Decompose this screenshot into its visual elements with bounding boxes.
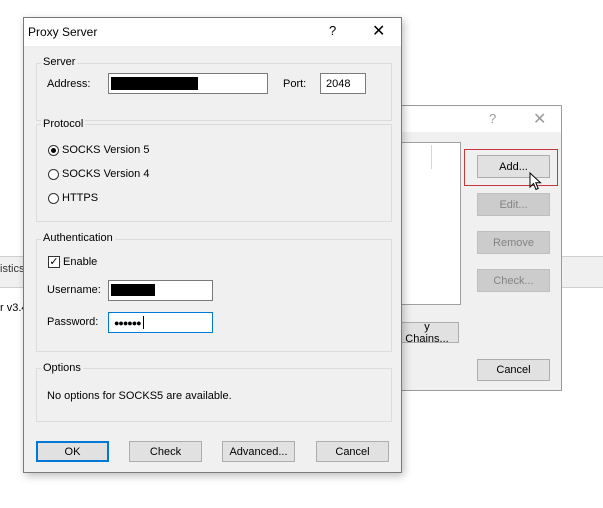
close-icon[interactable]: ✕ (533, 109, 546, 129)
enable-label[interactable]: Enable (63, 256, 97, 268)
socks5-radio[interactable] (48, 145, 59, 156)
https-label[interactable]: HTTPS (62, 192, 98, 204)
edit-proxy-button[interactable]: Edit... (477, 193, 550, 216)
cancel-button[interactable]: Cancel (316, 441, 389, 462)
port-field[interactable]: 2048 (320, 73, 366, 94)
protocol-group-label: Protocol (41, 118, 86, 130)
help-icon[interactable]: ? (489, 111, 496, 126)
checkmark-icon: ✓ (49, 256, 59, 268)
proxy-server-list[interactable] (401, 142, 461, 305)
authentication-group-label: Authentication (41, 232, 115, 244)
proxy-server-dialog: Proxy Server ? ✕ Server Address: Port: 2… (23, 17, 402, 473)
list-column-divider (431, 145, 432, 169)
port-label: Port: (283, 78, 307, 90)
advanced-button[interactable]: Advanced... (222, 441, 295, 462)
password-field[interactable]: ●●●●●● (108, 312, 213, 333)
address-label: Address: (47, 78, 91, 90)
password-value: ●●●●●● (114, 317, 142, 328)
address-field[interactable] (108, 73, 268, 94)
username-field[interactable] (108, 280, 213, 301)
ok-button[interactable]: OK (36, 441, 109, 462)
close-icon[interactable]: ✕ (372, 21, 385, 41)
enable-checkbox[interactable]: ✓ (48, 256, 60, 268)
background-tab-fragment: istics (0, 263, 25, 275)
options-text: No options for SOCKS5 are available. (47, 390, 232, 402)
check-proxy-button[interactable]: Check... (477, 269, 550, 292)
socks4-label[interactable]: SOCKS Version 4 (62, 168, 149, 180)
redacted-address (111, 77, 198, 90)
server-group-label: Server (41, 56, 78, 68)
proxy-chains-button[interactable]: y Chains... (401, 321, 459, 345)
back-cancel-button[interactable]: Cancel (477, 359, 550, 381)
remove-proxy-button[interactable]: Remove (477, 231, 550, 254)
proxy-servers-titlebar: ? ✕ (401, 106, 561, 132)
password-label: Password: (47, 316, 99, 328)
mouse-pointer-icon (529, 172, 542, 191)
socks4-radio[interactable] (48, 169, 59, 180)
port-value: 2048 (326, 77, 351, 90)
options-group-label: Options (41, 362, 83, 374)
https-radio[interactable] (48, 193, 59, 204)
check-button[interactable]: Check (129, 441, 202, 462)
redacted-username (111, 284, 155, 296)
text-caret (142, 316, 144, 329)
username-label: Username: (47, 284, 101, 296)
socks5-label[interactable]: SOCKS Version 5 (62, 144, 149, 156)
help-icon[interactable]: ? (329, 23, 336, 38)
dialog-title: Proxy Server (28, 25, 98, 39)
dialog-titlebar: Proxy Server ? ✕ (24, 18, 401, 46)
